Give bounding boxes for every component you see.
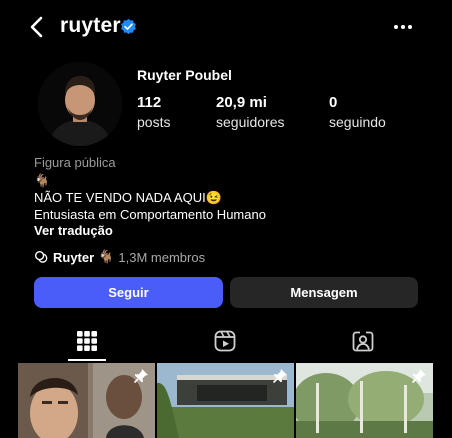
pin-icon bbox=[133, 369, 148, 384]
post-thumbnail-1[interactable] bbox=[18, 363, 155, 438]
community-name: Ruyter bbox=[53, 249, 95, 265]
community-icon bbox=[34, 250, 48, 263]
grid-icon[interactable] bbox=[76, 330, 98, 352]
post-thumbnail-3[interactable] bbox=[296, 363, 433, 438]
reels-icon[interactable] bbox=[214, 330, 236, 352]
followers-count[interactable]: 20,9 mi bbox=[216, 94, 267, 111]
see-translation-link[interactable]: Ver tradução bbox=[34, 223, 113, 238]
community-members: 1,3M membros bbox=[118, 249, 206, 265]
pin-icon bbox=[272, 369, 287, 384]
more-options-icon[interactable] bbox=[392, 18, 414, 36]
tagged-icon[interactable] bbox=[352, 330, 374, 352]
posts-label[interactable]: posts bbox=[137, 114, 170, 130]
pin-icon bbox=[411, 369, 426, 384]
message-button[interactable]: Mensagem bbox=[230, 277, 418, 308]
bio-line-description: Entusiasta em Comportamento Humano bbox=[34, 207, 266, 222]
posts-count[interactable]: 112 bbox=[137, 94, 161, 111]
community-link[interactable]: Ruyter 🐐 1,3M membros bbox=[34, 249, 205, 265]
followers-label[interactable]: seguidores bbox=[216, 114, 285, 130]
profile-full-name: Ruyter Poubel bbox=[137, 67, 232, 83]
follow-button[interactable]: Seguir bbox=[34, 277, 223, 308]
verified-badge-icon bbox=[121, 18, 136, 35]
profile-avatar[interactable] bbox=[38, 62, 122, 146]
profile-category: Figura pública bbox=[34, 155, 116, 170]
back-arrow-icon[interactable] bbox=[26, 14, 48, 40]
following-count[interactable]: 0 bbox=[329, 94, 337, 111]
avatar-photo bbox=[38, 62, 122, 146]
bio-line-tagline: NÃO TE VENDO NADA AQUI😉 bbox=[34, 190, 222, 205]
profile-username: ruyter bbox=[60, 14, 121, 37]
post-thumbnail-2[interactable] bbox=[157, 363, 294, 438]
community-emoji: 🐐 bbox=[98, 249, 115, 264]
bio-line-goat: 🐐 bbox=[34, 173, 51, 188]
active-tab-indicator bbox=[68, 359, 106, 361]
following-label[interactable]: seguindo bbox=[329, 114, 386, 130]
